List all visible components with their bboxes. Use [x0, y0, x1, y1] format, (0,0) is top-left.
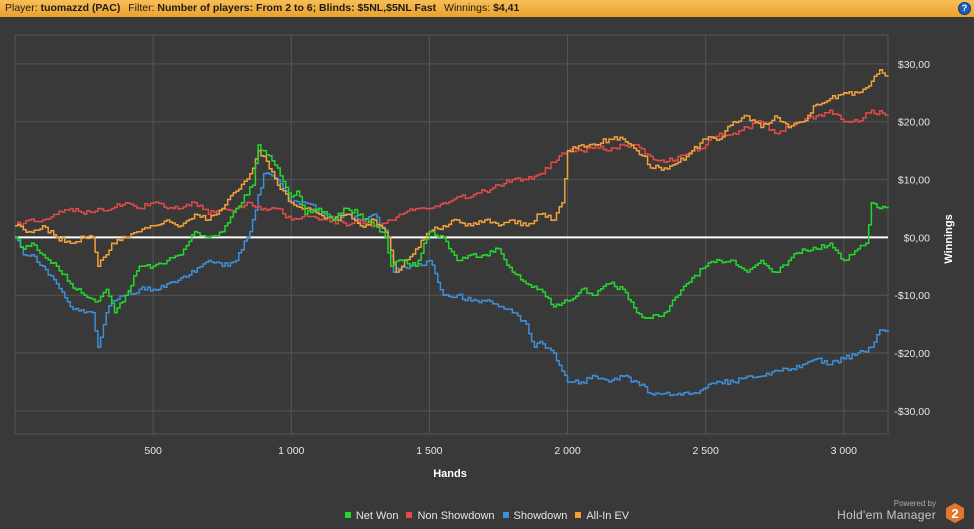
grid — [14, 34, 889, 435]
legend-label: Non Showdown — [417, 510, 495, 522]
y-tick-label: -$10,00 — [894, 290, 930, 302]
x-axis-ticks: 500 1 000 1 500 2 000 2 500 3 000 — [144, 445, 857, 457]
plot-border — [14, 34, 889, 435]
series-line-showdown — [15, 172, 889, 397]
x-tick-label: 2 000 — [554, 445, 580, 457]
legend-item-all-in-ev[interactable]: All-In EV — [575, 507, 629, 525]
legend-label: Net Won — [355, 510, 399, 522]
legend-swatch — [406, 512, 413, 518]
winnings-graph: 500 1 000 1 500 2 000 2 500 3 000 -$30,00 -$20… — [14, 34, 955, 480]
legend-swatch — [575, 512, 582, 518]
x-tick-label: 1 500 — [416, 445, 442, 457]
brand-powered-by: Powered by — [893, 499, 936, 508]
y-tick-label: $0,00 — [904, 232, 930, 244]
legend-label: All-In EV — [586, 510, 630, 522]
x-tick-label: 2 500 — [693, 445, 719, 457]
legend-label: Showdown — [513, 510, 568, 522]
series-line-all-in-ev — [15, 68, 889, 273]
legend-item-net-won[interactable]: Net Won — [344, 507, 399, 525]
legend-item-non-showdown[interactable]: Non Showdown — [406, 507, 495, 525]
legend-item-showdown[interactable]: Showdown — [502, 507, 568, 525]
brand-name: Hold'em Manager — [837, 508, 936, 522]
series-lines — [15, 68, 889, 397]
brand: Powered by Hold'em Manager 2 — [826, 499, 966, 525]
legend-swatch — [502, 512, 509, 518]
y-axis-title: Winnings — [943, 214, 955, 263]
y-tick-label: $10,00 — [898, 175, 930, 187]
hem2-logo-icon: 2 — [946, 503, 964, 523]
y-axis-ticks: -$30,00 -$20,00 -$10,00 $0,00 $10,00 $20,00 $3… — [894, 59, 930, 418]
y-tick-label: $30,00 — [898, 59, 930, 71]
y-tick-label: -$30,00 — [894, 406, 930, 418]
series-line-net-won — [15, 144, 889, 320]
x-tick-label: 500 — [144, 445, 162, 457]
x-axis-title: Hands — [433, 468, 467, 480]
y-tick-label: $20,00 — [898, 117, 930, 129]
series-line-non-showdown — [15, 109, 889, 228]
x-tick-label: 1 000 — [278, 445, 304, 457]
brand-logo-text: 2 — [951, 506, 958, 521]
legend-swatch — [344, 512, 351, 518]
x-tick-label: 3 000 — [831, 445, 857, 457]
y-tick-label: -$20,00 — [894, 348, 930, 360]
